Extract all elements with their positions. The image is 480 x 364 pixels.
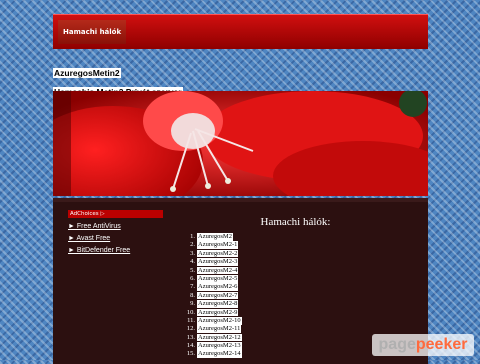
list-item: 6. AzuregosM2-5	[183, 274, 418, 283]
ad-link-free-antivirus[interactable]: ► Free AntiVirus	[68, 221, 163, 233]
network-link[interactable]: AzuregosM2-8	[197, 300, 239, 308]
network-link[interactable]: AzuregosM2-9	[197, 308, 239, 317]
list-item-number: 12.	[186, 325, 195, 333]
ad-link-avast-free[interactable]: ► Avast Free	[68, 233, 163, 245]
flower-banner-image	[53, 91, 428, 196]
list-item-number: 11.	[187, 316, 195, 324]
ad-link-bitdefender-free[interactable]: ► BitDefender Free	[68, 245, 163, 257]
list-item: 4. AzuregosM2-3	[183, 258, 418, 266]
list-item-number: 7.	[190, 283, 195, 291]
header-bar: Hamachi hálók	[53, 14, 428, 49]
list-item-number: 3.	[190, 249, 195, 257]
adchoices-label[interactable]: AdChoices ▷	[68, 210, 163, 218]
list-item: 7. AzuregosM2-6	[183, 283, 418, 291]
network-link[interactable]: AzuregosM2-13	[197, 342, 242, 350]
list-item-number: 15.	[186, 350, 195, 358]
list-item-number: 4.	[190, 258, 195, 266]
site-title: AzuregosMetin2	[53, 68, 121, 78]
list-item: 11. AzuregosM2-10	[183, 316, 418, 325]
list-item: 12. AzuregosM2-11	[183, 325, 418, 333]
page-title: Hamachi hálók:	[260, 216, 331, 228]
nav-item-hamachi-halok[interactable]: Hamachi hálók	[58, 20, 127, 44]
watermark-part2: peeker	[415, 336, 468, 353]
network-link[interactable]: AzuregosM2-7	[197, 291, 239, 300]
list-item: 5. AzuregosM2-4	[183, 266, 418, 275]
sidebar: AdChoices ▷ ► Free AntiVirus ► Avast Fre…	[68, 210, 163, 257]
network-link[interactable]: AzuregosM2-11	[197, 325, 242, 333]
list-item: 2. AzuregosM2-1	[183, 241, 418, 249]
network-link[interactable]: AzuregosM2-1	[197, 241, 239, 249]
network-link[interactable]: AzuregosM2-4	[197, 266, 239, 275]
network-link[interactable]: AzuregosM2-5	[197, 274, 239, 283]
network-link[interactable]: AzuregosM2-3	[197, 258, 239, 266]
list-item-number: 13.	[186, 333, 195, 341]
network-link[interactable]: AzuregosM2-14	[197, 350, 242, 359]
list-item-number: 8.	[190, 291, 195, 299]
network-link[interactable]: AzuregosM2-6	[197, 283, 239, 291]
list-item-number: 1.	[190, 233, 195, 240]
list-item-number: 6.	[190, 274, 195, 282]
network-link[interactable]: AzuregosM2	[197, 233, 233, 241]
network-link[interactable]: AzuregosM2-10	[197, 316, 242, 325]
flower-banner-graphic	[53, 91, 428, 196]
list-item-number: 9.	[190, 300, 195, 308]
watermark-part1: page	[378, 336, 416, 353]
list-item-number: 14.	[186, 342, 195, 350]
list-item: 3. AzuregosM2-2	[183, 249, 418, 258]
list-item: 9. AzuregosM2-8	[183, 300, 418, 308]
list-item-number: 10.	[186, 308, 195, 316]
list-item: 1. AzuregosM2	[183, 233, 418, 241]
list-item-number: 5.	[190, 266, 195, 274]
network-link[interactable]: AzuregosM2-2	[197, 249, 239, 258]
pagepeeker-watermark: pagepeeker	[372, 334, 474, 356]
list-item-number: 2.	[190, 241, 195, 249]
network-link[interactable]: AzuregosM2-12	[197, 333, 242, 342]
list-item: 8. AzuregosM2-7	[183, 291, 418, 300]
list-item: 10. AzuregosM2-9	[183, 308, 418, 317]
